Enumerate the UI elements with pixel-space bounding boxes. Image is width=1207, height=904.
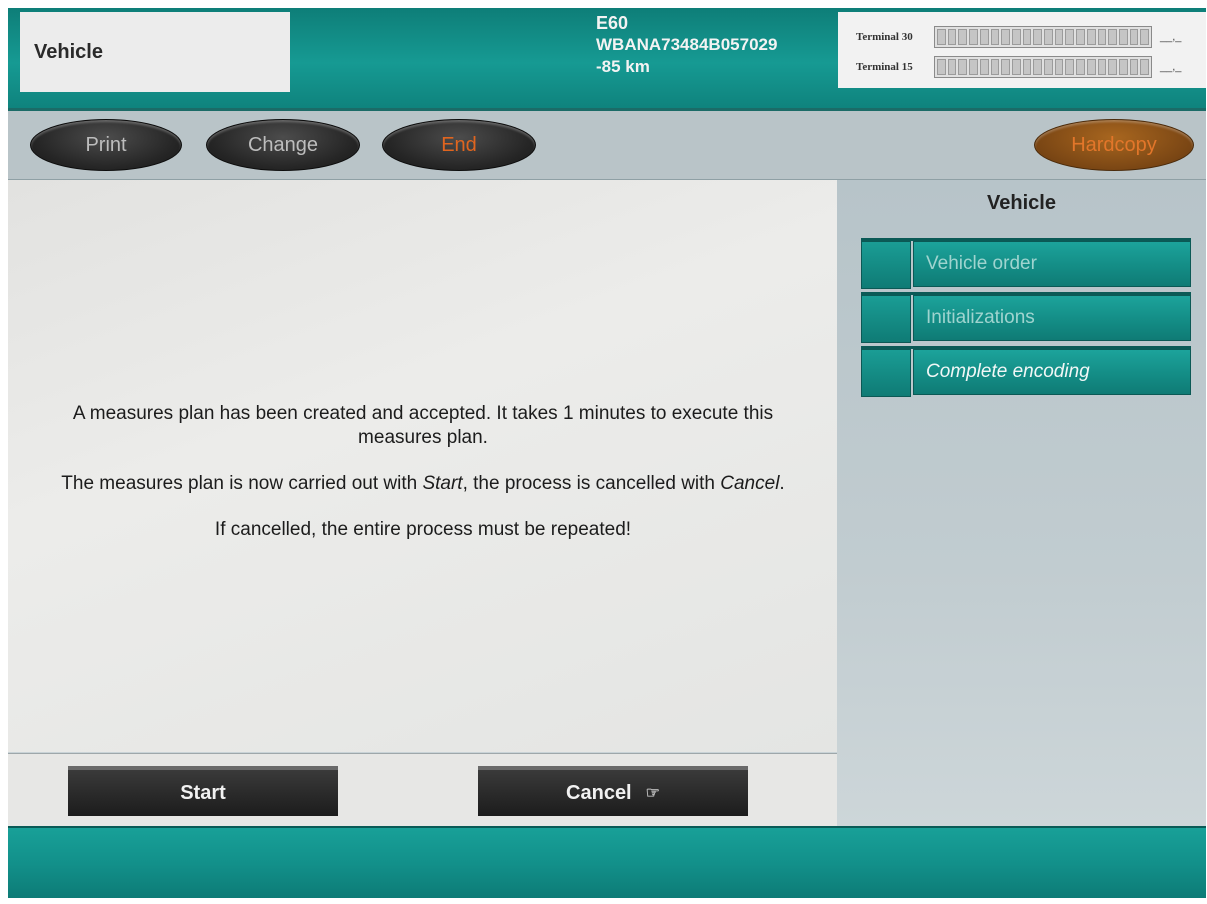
sidebar-item-marker <box>861 295 911 343</box>
terminal-15-gauge <box>934 56 1152 78</box>
terminal-status-panel: Terminal 30 __,_ Terminal 15 __,_ <box>838 12 1206 88</box>
change-button[interactable]: Change <box>206 119 360 171</box>
cancel-keyword: Cancel <box>720 473 780 494</box>
start-button-label: Start <box>180 781 226 804</box>
start-button[interactable]: Start <box>68 766 338 816</box>
sidebar-title: Vehicle <box>987 192 1056 214</box>
message-line-3: If cancelled, the entire process must be… <box>214 519 632 540</box>
vehicle-vin: WBANA73484B057029 <box>596 35 778 54</box>
sidebar-item-label: Complete encoding <box>913 349 1191 395</box>
sidebar-item-label: Initializations <box>913 295 1191 341</box>
terminal-30-label: Terminal 30 <box>856 31 913 43</box>
sidebar-item-label: Vehicle order <box>913 241 1191 287</box>
message-text: A measures plan has been created and acc… <box>48 402 798 564</box>
header-bar: Vehicle E60 WBANA73484B057029 -85 km Ter… <box>8 8 1206 111</box>
vehicle-info: E60 WBANA73484B057029 -85 km <box>596 12 826 78</box>
terminal-30-value: __,_ <box>1160 31 1182 43</box>
start-keyword: Start <box>422 473 463 494</box>
sidebar-item-marker <box>861 241 911 289</box>
vehicle-mileage: -85 km <box>596 57 650 76</box>
terminal-15-row: Terminal 15 __,_ <box>838 54 1206 80</box>
sidebar-item-vehicle-order[interactable]: Vehicle order <box>861 238 1191 289</box>
sidebar-item-complete-encoding[interactable]: Complete encoding <box>861 346 1191 397</box>
hardcopy-button[interactable]: Hardcopy <box>1034 119 1194 171</box>
terminal-15-value: __,_ <box>1160 61 1182 73</box>
toolbar: Print Change End Hardcopy <box>8 111 1206 181</box>
sidebar-item-initializations[interactable]: Initializations <box>861 292 1191 343</box>
message-line-1: A measures plan has been created and acc… <box>72 403 774 448</box>
sidebar-item-marker <box>861 349 911 397</box>
cancel-button-label: Cancel <box>566 781 632 804</box>
cancel-button[interactable]: Cancel ☞ <box>478 766 748 816</box>
terminal-15-label: Terminal 15 <box>856 61 913 73</box>
end-button[interactable]: End <box>382 119 536 171</box>
pointing-hand-icon: ☞ <box>645 785 660 802</box>
vehicle-model: E60 <box>596 13 629 33</box>
action-bar: Start Cancel ☞ <box>8 753 837 827</box>
terminal-30-row: Terminal 30 __,_ <box>838 24 1206 50</box>
print-button[interactable]: Print <box>30 119 182 171</box>
page-title: Vehicle <box>20 12 290 92</box>
diagnostic-screen: Vehicle E60 WBANA73484B057029 -85 km Ter… <box>8 8 1206 898</box>
sidebar: Vehicle Vehicle order Initializations Co… <box>837 180 1206 826</box>
message-panel: A measures plan has been created and acc… <box>8 180 837 752</box>
footer-bar <box>8 826 1206 898</box>
message-line-2: The measures plan is now carried out wit… <box>61 473 785 494</box>
terminal-30-gauge <box>934 26 1152 48</box>
